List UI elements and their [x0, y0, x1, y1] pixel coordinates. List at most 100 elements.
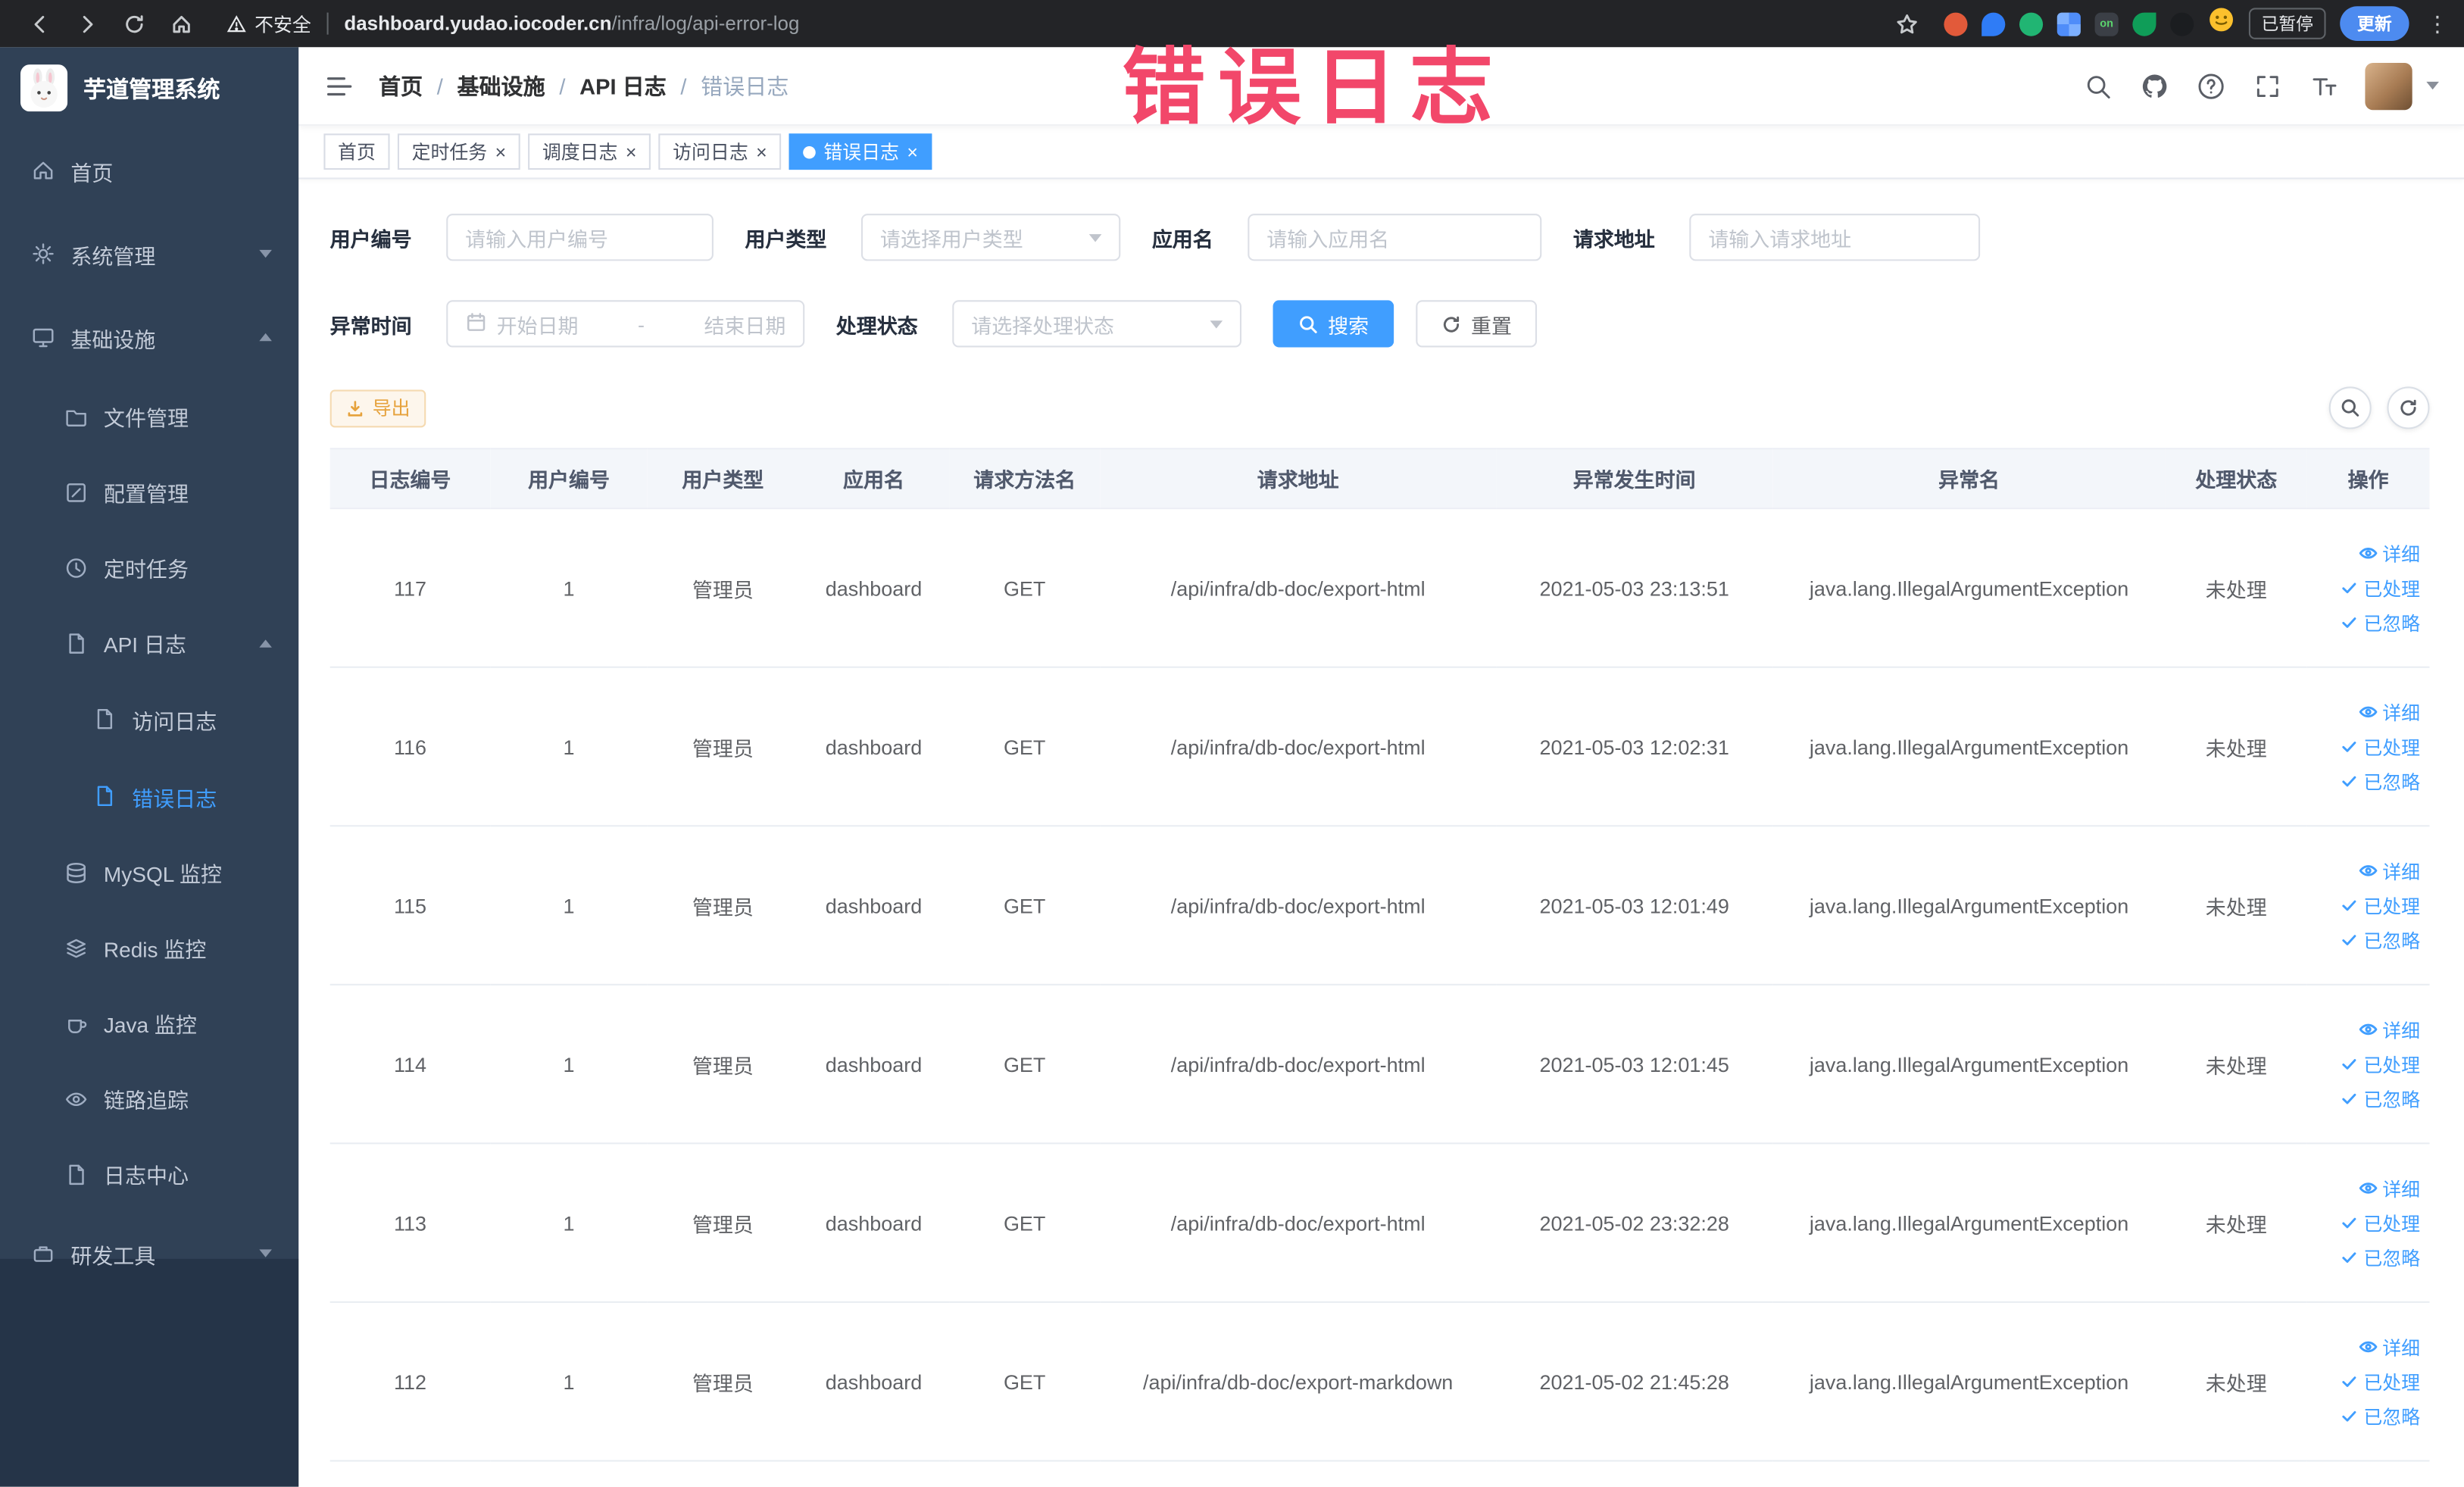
app-logo[interactable]: 芋道管理系统 [0, 47, 298, 129]
breadcrumb-item[interactable]: 基础设施 / [458, 70, 580, 101]
cell-app-name: dashboard [798, 826, 950, 986]
user-id-input[interactable]: 请输入用户编号 [446, 214, 714, 261]
sidebar-item-redis-monitor[interactable]: Redis 监控 [0, 910, 298, 986]
sidebar-item-config-management[interactable]: 配置管理 [0, 455, 298, 530]
profile-smiley-icon[interactable] [2208, 6, 2234, 41]
toolbox-icon [30, 1241, 55, 1266]
search-button[interactable]: 搜索 [1273, 300, 1394, 348]
extension-icon[interactable] [2132, 11, 2156, 36]
ignored-link[interactable]: 已忽略 [2340, 926, 2420, 953]
sidebar-item-system[interactable]: 系统管理 [0, 212, 298, 295]
edit-icon [63, 480, 88, 505]
extension-icon[interactable] [2019, 11, 2044, 36]
forward-icon[interactable] [74, 11, 99, 36]
stack-icon [63, 935, 88, 960]
sidebar-item-home[interactable]: 首页 [0, 129, 298, 212]
ignored-link[interactable]: 已忽略 [2340, 1244, 2420, 1270]
cell-status: 未处理 [2165, 508, 2307, 668]
sidebar-item-dev-tools[interactable]: 研发工具 [0, 1212, 298, 1295]
app-name-input[interactable]: 请输入应用名 [1248, 214, 1542, 261]
refresh-button[interactable] [2387, 386, 2430, 430]
extension-icon[interactable] [2170, 11, 2194, 36]
github-icon[interactable] [2139, 70, 2169, 100]
browser-update-button[interactable]: 更新 [2340, 6, 2409, 41]
processed-link[interactable]: 已处理 [2340, 1051, 2420, 1077]
detail-link[interactable]: 详细 [2359, 698, 2420, 725]
sidebar-item-access-log[interactable]: 访问日志 [0, 680, 298, 758]
cell-app-name: dashboard [798, 508, 950, 668]
browser-menu-icon[interactable]: ⋮ [2426, 10, 2448, 36]
close-icon[interactable]: × [626, 142, 637, 161]
close-icon[interactable]: × [756, 142, 767, 161]
sidebar-item-label: 首页 [70, 161, 114, 185]
sidebar-item-log-center[interactable]: 日志中心 [0, 1136, 298, 1212]
ignored-link[interactable]: 已忽略 [2340, 767, 2420, 794]
ignored-link[interactable]: 已忽略 [2340, 1403, 2420, 1429]
detail-link[interactable]: 详细 [2359, 540, 2420, 567]
extension-icon[interactable] [1982, 11, 2006, 36]
date-range-input[interactable]: 开始日期 - 结束日期 [446, 300, 805, 348]
toggle-search-button[interactable] [2328, 386, 2372, 430]
detail-link[interactable]: 详细 [2359, 1333, 2420, 1360]
processed-link[interactable]: 已处理 [2340, 574, 2420, 601]
cell-log-id: 113 [329, 1143, 491, 1303]
database-icon [63, 860, 88, 885]
detail-link[interactable]: 详细 [2359, 1175, 2420, 1201]
collapse-menu-icon[interactable] [323, 70, 354, 101]
chevron-down-icon[interactable] [2426, 81, 2439, 90]
breadcrumb-item[interactable]: 首页 / [379, 70, 458, 101]
processed-link[interactable]: 已处理 [2340, 1209, 2420, 1236]
user-type-select[interactable]: 请选择用户类型 [861, 214, 1121, 261]
fullscreen-icon[interactable] [2252, 70, 2281, 100]
bookmark-star-icon[interactable] [1894, 11, 1919, 36]
sidebar-item-trace[interactable]: 链路追踪 [0, 1061, 298, 1136]
sidebar-item-scheduled-jobs[interactable]: 定时任务 [0, 530, 298, 605]
check-icon [2342, 1410, 2356, 1422]
back-icon[interactable] [27, 11, 52, 36]
detail-link[interactable]: 详细 [2359, 1016, 2420, 1042]
close-icon[interactable]: × [495, 142, 507, 161]
ignored-link[interactable]: 已忽略 [2340, 609, 2420, 636]
close-icon[interactable]: × [907, 142, 918, 161]
tag-home[interactable]: 首页 [323, 133, 390, 170]
user-avatar[interactable] [2365, 61, 2412, 110]
check-icon [2342, 617, 2356, 628]
site-security[interactable]: 不安全 [226, 10, 311, 36]
extension-icon[interactable] [2056, 11, 2081, 36]
reset-button[interactable]: 重置 [1416, 300, 1538, 348]
tag-scheduled-jobs[interactable]: 定时任务 × [397, 133, 520, 170]
sidebar-item-file-management[interactable]: 文件管理 [0, 379, 298, 455]
font-size-icon[interactable] [2309, 70, 2338, 100]
tag-schedule-log[interactable]: 调度日志 × [528, 133, 651, 170]
extension-icon[interactable] [1944, 11, 1968, 36]
sidebar-item-infrastructure[interactable]: 基础设施 [0, 295, 298, 379]
cell-exception-name: java.lang.IllegalArgumentException [1772, 667, 2166, 827]
date-start-placeholder: 开始日期 [496, 313, 579, 338]
sidebar-item-error-log[interactable]: 错误日志 [0, 758, 298, 835]
help-icon[interactable] [2195, 70, 2225, 100]
tag-access-log[interactable]: 访问日志 × [658, 133, 782, 170]
extension-icon[interactable]: on [2094, 11, 2119, 36]
ignored-link[interactable]: 已忽略 [2340, 1086, 2420, 1112]
breadcrumb-item[interactable]: API 日志 / [579, 70, 701, 101]
detail-link[interactable]: 详细 [2359, 858, 2420, 884]
request-url-input[interactable]: 请输入请求地址 [1689, 214, 1981, 261]
paused-badge[interactable]: 已暂停 [2248, 8, 2326, 39]
processed-link[interactable]: 已处理 [2340, 733, 2420, 760]
export-button[interactable]: 导出 [329, 389, 426, 427]
processed-link[interactable]: 已处理 [2340, 1368, 2420, 1395]
sidebar-item-mysql-monitor[interactable]: MySQL 监控 [0, 835, 298, 911]
check-icon [2342, 583, 2356, 594]
processed-link[interactable]: 已处理 [2340, 892, 2420, 918]
table-row: 112 1 管理员 dashboard GET /api/infra/db-do… [329, 1301, 2430, 1462]
home-icon[interactable] [168, 11, 193, 36]
sidebar-item-java-monitor[interactable]: Java 监控 [0, 986, 298, 1061]
process-status-select[interactable]: 请选择处理状态 [952, 300, 1242, 348]
tag-error-log[interactable]: 错误日志 × [789, 133, 932, 170]
reload-icon[interactable] [121, 11, 146, 36]
sidebar-item-api-log[interactable]: API 日志 [0, 605, 298, 681]
check-icon [2342, 1252, 2356, 1264]
address-bar[interactable]: dashboard.yudao.iocoder.cn/infra/log/api… [344, 13, 799, 35]
search-icon[interactable] [2082, 70, 2112, 100]
breadcrumb-item[interactable]: 错误日志/ [701, 70, 789, 101]
